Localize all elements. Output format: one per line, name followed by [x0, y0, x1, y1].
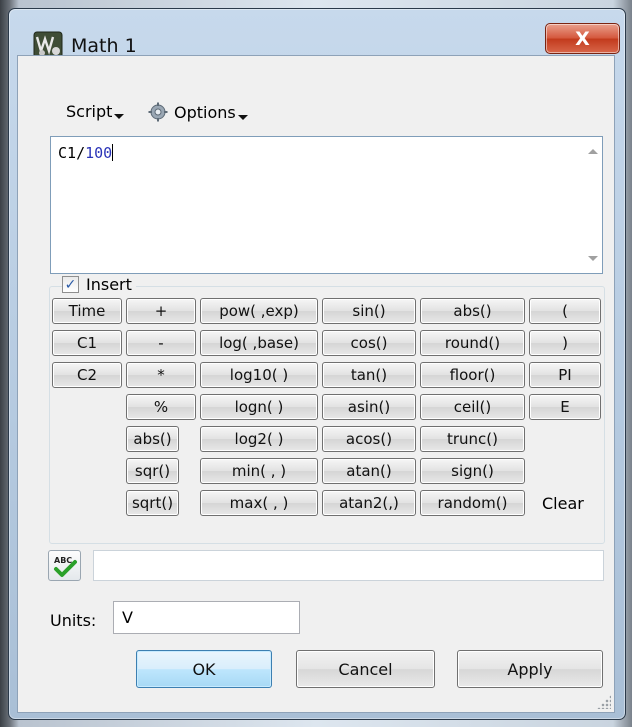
- insert-sqr-button[interactable]: sqr(): [126, 458, 179, 484]
- insert-random-button[interactable]: random(): [420, 490, 525, 516]
- ok-button[interactable]: OK: [136, 650, 272, 688]
- units-input[interactable]: V: [113, 601, 300, 634]
- chevron-down-icon: [114, 114, 125, 119]
- insert-open-paren-button[interactable]: (: [529, 298, 601, 324]
- insert-plus-button[interactable]: +: [126, 298, 196, 324]
- options-menu-label: Options: [174, 102, 236, 122]
- close-icon: X: [575, 27, 590, 50]
- dialog-body: Script Options C1/100 ✓ Insert Time C1 C…: [17, 55, 615, 713]
- insert-pow-button[interactable]: pow( ,exp): [200, 298, 318, 324]
- script-menu[interactable]: Script: [66, 102, 125, 121]
- expression-number: 100: [85, 144, 113, 162]
- insert-minus-button[interactable]: -: [126, 330, 196, 356]
- cancel-button[interactable]: Cancel: [296, 650, 435, 688]
- insert-abs-button[interactable]: abs(): [126, 426, 179, 452]
- insert-max-button[interactable]: max( , ): [200, 490, 318, 516]
- apply-button[interactable]: Apply: [457, 650, 603, 688]
- insert-tan-button[interactable]: tan(): [322, 362, 416, 388]
- insert-close-paren-button[interactable]: ): [529, 330, 601, 356]
- insert-log2-button[interactable]: log2( ): [200, 426, 318, 452]
- scroll-up-icon[interactable]: [588, 149, 598, 154]
- insert-floor-button[interactable]: floor(): [420, 362, 525, 388]
- insert-modulo-button[interactable]: %: [126, 394, 196, 420]
- spellcheck-input[interactable]: [93, 550, 604, 581]
- insert-trunc-button[interactable]: trunc(): [420, 426, 525, 452]
- insert-sign-button[interactable]: sign(): [420, 458, 525, 484]
- insert-acos-button[interactable]: acos(): [322, 426, 416, 452]
- expression-operator: /: [76, 144, 86, 162]
- insert-toggle[interactable]: ✓ Insert: [62, 275, 136, 294]
- insert-log-button[interactable]: log( ,base): [200, 330, 318, 356]
- insert-log10-button[interactable]: log10( ): [200, 362, 318, 388]
- insert-logn-button[interactable]: logn( ): [200, 394, 318, 420]
- chevron-down-icon: [237, 114, 248, 120]
- insert-time-button[interactable]: Time: [52, 298, 122, 324]
- spellcheck-button[interactable]: ABC: [48, 550, 81, 581]
- gear-icon: [148, 102, 168, 122]
- units-label: Units:: [50, 611, 97, 630]
- insert-cos-button[interactable]: cos(): [322, 330, 416, 356]
- abc-check-icon: ABC: [53, 556, 77, 577]
- expression-variable: C1: [58, 144, 77, 162]
- insert-pi-button[interactable]: PI: [529, 362, 601, 388]
- insert-atan2-button[interactable]: atan2(,): [322, 490, 416, 516]
- insert-c1-button[interactable]: C1: [52, 330, 122, 356]
- insert-checkbox[interactable]: ✓: [62, 276, 79, 293]
- resize-grip-icon[interactable]: [597, 695, 611, 709]
- script-menu-label: Script: [66, 102, 113, 121]
- insert-label: Insert: [86, 275, 132, 294]
- insert-c2-button[interactable]: C2: [52, 362, 122, 388]
- svg-text:ABC: ABC: [54, 556, 72, 565]
- insert-asin-button[interactable]: asin(): [322, 394, 416, 420]
- close-button[interactable]: X: [545, 23, 620, 54]
- insert-sin-button[interactable]: sin(): [322, 298, 416, 324]
- window-title: Math 1: [71, 35, 137, 57]
- options-menu[interactable]: Options: [148, 102, 248, 122]
- insert-round-button[interactable]: round(): [420, 330, 525, 356]
- insert-sqrt-button[interactable]: sqrt(): [126, 490, 179, 516]
- clear-link[interactable]: Clear: [542, 494, 584, 513]
- insert-min-button[interactable]: min( , ): [200, 458, 318, 484]
- insert-ceil-button[interactable]: ceil(): [420, 394, 525, 420]
- editor-scrollbar[interactable]: [584, 137, 602, 273]
- text-cursor: [112, 144, 114, 161]
- scroll-down-icon[interactable]: [588, 256, 598, 261]
- insert-atan-button[interactable]: atan(): [322, 458, 416, 484]
- insert-e-button[interactable]: E: [529, 394, 601, 420]
- expression-editor[interactable]: C1/100: [50, 136, 603, 274]
- insert-multiply-button[interactable]: *: [126, 362, 196, 388]
- insert-abs2-button[interactable]: abs(): [420, 298, 525, 324]
